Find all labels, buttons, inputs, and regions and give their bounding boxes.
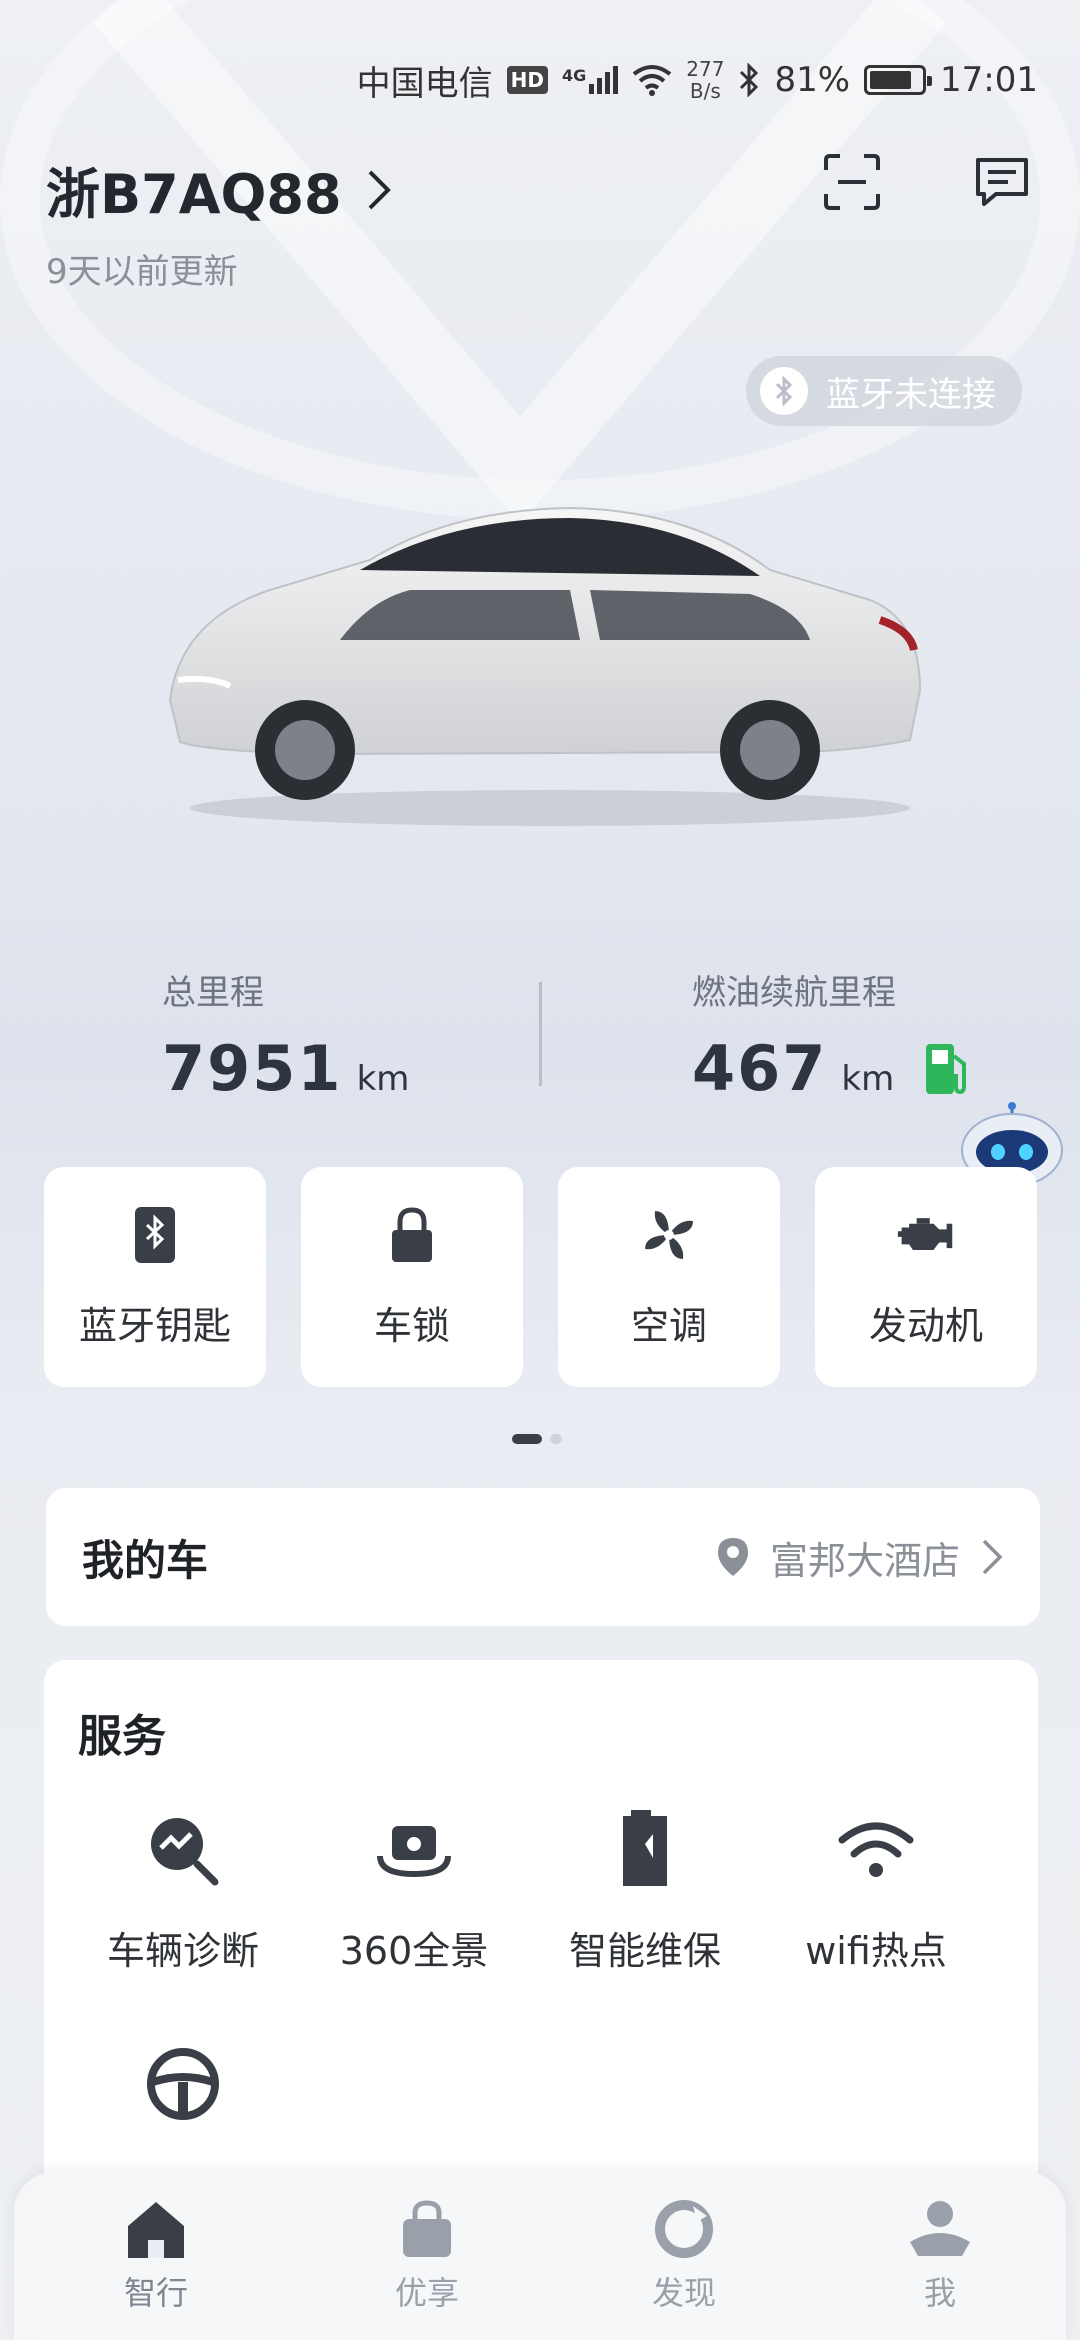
service-label: 360全景 bbox=[339, 1929, 489, 1973]
speed-unit: B/s bbox=[689, 79, 721, 103]
bluetooth-icon bbox=[760, 367, 808, 415]
quick-action-label: 空调 bbox=[630, 1303, 707, 1348]
service-wifi-hotspot[interactable]: wifi热点 bbox=[761, 1810, 991, 1975]
service-label: 智能维保 bbox=[568, 1929, 721, 1973]
my-car-card[interactable]: 我的车 富邦大酒店 bbox=[46, 1488, 1040, 1626]
fuel-range-value: 467 bbox=[692, 1032, 828, 1105]
plate-number: 浙B7AQ88 bbox=[46, 163, 342, 226]
page-dot bbox=[550, 1434, 562, 1444]
fuel-range-label: 燃油续航里程 bbox=[692, 973, 896, 1013]
services-title: 服务 bbox=[78, 1711, 166, 1762]
engine-icon bbox=[896, 1205, 956, 1265]
quick-action-lock[interactable]: 车锁 bbox=[301, 1167, 523, 1387]
clock: 17:01 bbox=[940, 60, 1038, 100]
car-location-text: 富邦大酒店 bbox=[769, 1538, 960, 1583]
chevron-right-icon bbox=[368, 170, 391, 209]
service-steering-wheel[interactable] bbox=[68, 2044, 298, 2124]
battery-icon bbox=[864, 65, 933, 95]
nav-label: 发现 bbox=[651, 2274, 716, 2312]
status-bar: 中国电信 HD 4G 277 B/s 81% 17:01 bbox=[357, 52, 1038, 108]
service-label: 车辆诊断 bbox=[106, 1929, 259, 1973]
quick-action-bluetooth-key[interactable]: 蓝牙钥匙 bbox=[44, 1167, 266, 1387]
network-speed: 277 B/s bbox=[686, 58, 724, 102]
quick-action-ac[interactable]: 空调 bbox=[558, 1167, 780, 1387]
lock-icon bbox=[382, 1205, 442, 1265]
chevron-right-icon bbox=[982, 1539, 1003, 1575]
total-mileage-unit: km bbox=[356, 1059, 410, 1099]
service-vehicle-diagnosis[interactable]: 车辆诊断 bbox=[68, 1810, 298, 1975]
diagnosis-icon bbox=[143, 1810, 223, 1890]
car-location: 富邦大酒店 bbox=[716, 1530, 1004, 1585]
home-icon bbox=[121, 2194, 191, 2264]
bag-icon bbox=[392, 2194, 462, 2264]
speed-value: 277 bbox=[686, 57, 725, 81]
carrier-name: 中国电信 bbox=[356, 63, 493, 104]
quick-action-label: 车锁 bbox=[373, 1303, 450, 1348]
fuel-range: 燃油续航里程 467 km bbox=[692, 965, 972, 1105]
car-image bbox=[168, 506, 922, 826]
service-360-view[interactable]: 360全景 bbox=[299, 1810, 529, 1975]
bluetooth-connection-chip[interactable]: 蓝牙未连接 bbox=[746, 356, 1022, 426]
scan-icon[interactable] bbox=[820, 150, 884, 214]
nav-label: 智行 bbox=[123, 2274, 188, 2312]
nav-label: 我 bbox=[923, 2274, 956, 2312]
bluetooth-status-icon bbox=[740, 63, 759, 97]
stats-divider bbox=[539, 982, 542, 1086]
nav-tab-youxiang[interactable]: 优享 bbox=[347, 2194, 507, 2314]
battery-percent: 81% bbox=[774, 60, 851, 100]
nav-label: 优享 bbox=[394, 2274, 459, 2312]
fuel-pump-icon bbox=[926, 1043, 967, 1094]
bluetooth-key-icon bbox=[125, 1205, 185, 1265]
bottom-nav: 智行 优享 发现 我 bbox=[14, 2172, 1066, 2340]
plate-selector[interactable]: 浙B7AQ88 bbox=[46, 150, 394, 229]
total-mileage-label: 总里程 bbox=[162, 973, 264, 1013]
discover-icon bbox=[649, 2194, 719, 2264]
wifi-icon bbox=[836, 1810, 916, 1890]
total-mileage: 总里程 7951 km bbox=[162, 965, 409, 1105]
maintenance-icon bbox=[605, 1810, 685, 1890]
location-pin-icon bbox=[717, 1538, 748, 1576]
camera-360-icon bbox=[374, 1810, 454, 1890]
page-indicator bbox=[512, 1434, 562, 1444]
quick-action-engine[interactable]: 发动机 bbox=[815, 1167, 1037, 1387]
bluetooth-status-text: 蓝牙未连接 bbox=[826, 374, 996, 415]
nav-tab-wo[interactable]: 我 bbox=[860, 2194, 1020, 2314]
hd-badge: HD bbox=[506, 66, 548, 94]
quick-action-label: 发动机 bbox=[868, 1303, 983, 1348]
steering-wheel-icon bbox=[143, 2044, 223, 2124]
profile-icon bbox=[905, 2194, 975, 2264]
message-icon[interactable] bbox=[970, 150, 1034, 214]
network-type: 4G bbox=[561, 66, 587, 85]
total-mileage-value: 7951 bbox=[162, 1032, 343, 1105]
nav-tab-faxian[interactable]: 发现 bbox=[604, 2194, 764, 2314]
signal-icon: 4G bbox=[561, 66, 619, 94]
fuel-range-unit: km bbox=[841, 1059, 895, 1099]
update-time: 9天以前更新 bbox=[46, 252, 238, 292]
my-car-title: 我的车 bbox=[82, 1535, 209, 1585]
nav-tab-zhixing[interactable]: 智行 bbox=[76, 2194, 236, 2314]
service-smart-maintenance[interactable]: 智能维保 bbox=[530, 1810, 760, 1975]
service-label: wifi热点 bbox=[805, 1929, 947, 1973]
wifi-status-icon bbox=[633, 65, 672, 96]
quick-action-label: 蓝牙钥匙 bbox=[78, 1303, 231, 1348]
fan-icon bbox=[639, 1205, 699, 1265]
page-dot-active bbox=[512, 1434, 542, 1444]
